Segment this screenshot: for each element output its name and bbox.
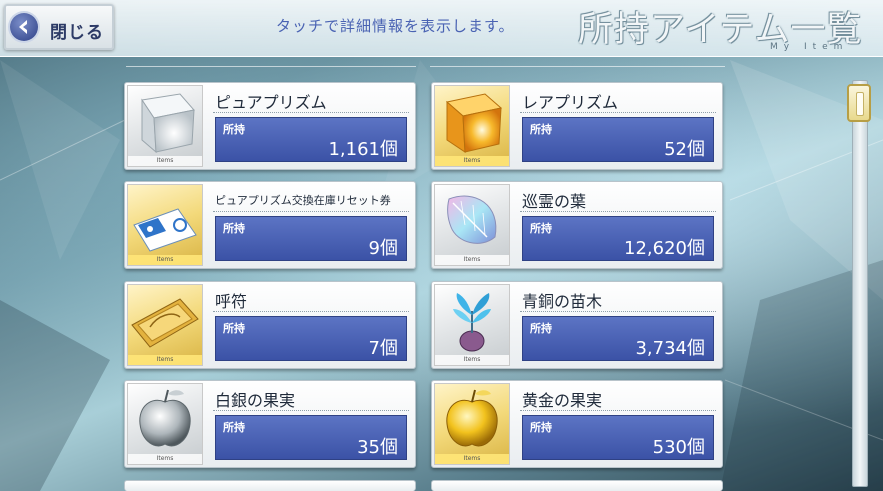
owned-label: 所持 <box>223 123 245 136</box>
divider <box>520 211 716 212</box>
hint-text: タッチで詳細情報を表示します。 <box>276 17 515 35</box>
close-button-label: 閉じる <box>50 23 104 43</box>
owned-label: 所持 <box>530 421 552 434</box>
scrollbar-track[interactable] <box>852 80 868 487</box>
divider <box>213 311 409 312</box>
owned-count-panel: 所持 3,734個 <box>522 316 714 361</box>
item-thumbnail: Items <box>127 85 203 167</box>
item-card-spirit-leaf[interactable]: Items 巡霊の葉 所持 12,620個 <box>431 181 723 269</box>
item-name: ピュアプリズム <box>215 93 327 112</box>
owned-label: 所持 <box>530 123 552 136</box>
owned-count: 9個 <box>368 238 398 259</box>
owned-count: 1,161個 <box>328 139 398 160</box>
rare-prism-cube-icon <box>445 93 503 153</box>
divider <box>520 410 716 411</box>
scrollbar-thumb[interactable] <box>847 84 871 122</box>
item-thumbnail: Items <box>127 383 203 465</box>
owned-label: 所持 <box>530 222 552 235</box>
close-button[interactable]: 閉じる <box>4 4 114 50</box>
owned-count: 35個 <box>357 437 398 458</box>
divider <box>520 311 716 312</box>
item-thumbnail: Items <box>127 284 203 366</box>
leaf-icon <box>447 195 497 244</box>
sapling-icon <box>453 293 491 352</box>
item-name: 黄金の果実 <box>522 391 603 410</box>
owned-label: 所持 <box>223 222 245 235</box>
item-thumbnail: Items <box>434 383 510 465</box>
item-name: レアプリズム <box>522 93 619 112</box>
item-card-golden-fruit[interactable]: Items 黄金の果実 所持 530個 <box>431 380 723 468</box>
item-thumbnail: Items <box>127 184 203 266</box>
divider <box>213 211 409 212</box>
owned-count-panel: 所持 1,161個 <box>215 117 407 162</box>
ticket-icon <box>133 208 197 252</box>
divider <box>126 66 416 67</box>
item-thumbnail: Items <box>434 85 510 167</box>
item-name: 呼符 <box>215 292 248 311</box>
divider <box>213 410 409 411</box>
item-card-partial[interactable] <box>431 480 723 491</box>
item-name: 巡霊の葉 <box>522 192 587 211</box>
owned-label: 所持 <box>530 322 552 335</box>
item-card-summon-ticket[interactable]: Items 呼符 所持 7個 <box>124 281 416 369</box>
owned-count-panel: 所持 7個 <box>215 316 407 361</box>
owned-label: 所持 <box>223 421 245 434</box>
owned-count-panel: 所持 530個 <box>522 415 714 460</box>
divider <box>430 66 725 67</box>
owned-count: 52個 <box>664 139 705 160</box>
owned-count-panel: 所持 52個 <box>522 117 714 162</box>
silver-apple-icon <box>139 389 191 447</box>
golden-apple-icon <box>446 389 498 447</box>
owned-count: 7個 <box>368 338 398 359</box>
item-card-bronze-sapling[interactable]: Items 青銅の苗木 所持 3,734個 <box>431 281 723 369</box>
owned-label: 所持 <box>223 322 245 335</box>
item-card-pure-prism[interactable]: Items ピュアプリズム 所持 1,161個 <box>124 82 416 170</box>
item-card-rare-prism[interactable]: Items レアプリズム 所持 52個 <box>431 82 723 170</box>
owned-count: 3,734個 <box>635 338 705 359</box>
header-bar: 閉じる タッチで詳細情報を表示します。 所持アイテム一覧 My Item <box>0 0 883 57</box>
prism-cube-icon <box>141 93 195 154</box>
owned-count-panel: 所持 12,620個 <box>522 216 714 261</box>
item-card-prism-reset-ticket[interactable]: Items ピュアプリズム交換在庫リセット券 所持 9個 <box>124 181 416 269</box>
divider <box>520 112 716 113</box>
item-name: 青銅の苗木 <box>522 292 603 311</box>
item-card-partial[interactable] <box>124 480 416 491</box>
owned-count: 12,620個 <box>624 238 705 259</box>
back-arrow-icon <box>10 13 38 41</box>
gold-ticket-icon <box>131 298 199 348</box>
owned-count: 530個 <box>652 437 705 458</box>
item-card-silver-fruit[interactable]: Items 白銀の果実 所持 35個 <box>124 380 416 468</box>
divider <box>213 112 409 113</box>
item-name: ピュアプリズム交換在庫リセット券 <box>215 194 391 207</box>
owned-count-panel: 所持 9個 <box>215 216 407 261</box>
page-subtitle: My Item <box>770 42 849 52</box>
item-thumbnail: Items <box>434 284 510 366</box>
item-thumbnail: Items <box>434 184 510 266</box>
item-name: 白銀の果実 <box>215 391 296 410</box>
owned-count-panel: 所持 35個 <box>215 415 407 460</box>
